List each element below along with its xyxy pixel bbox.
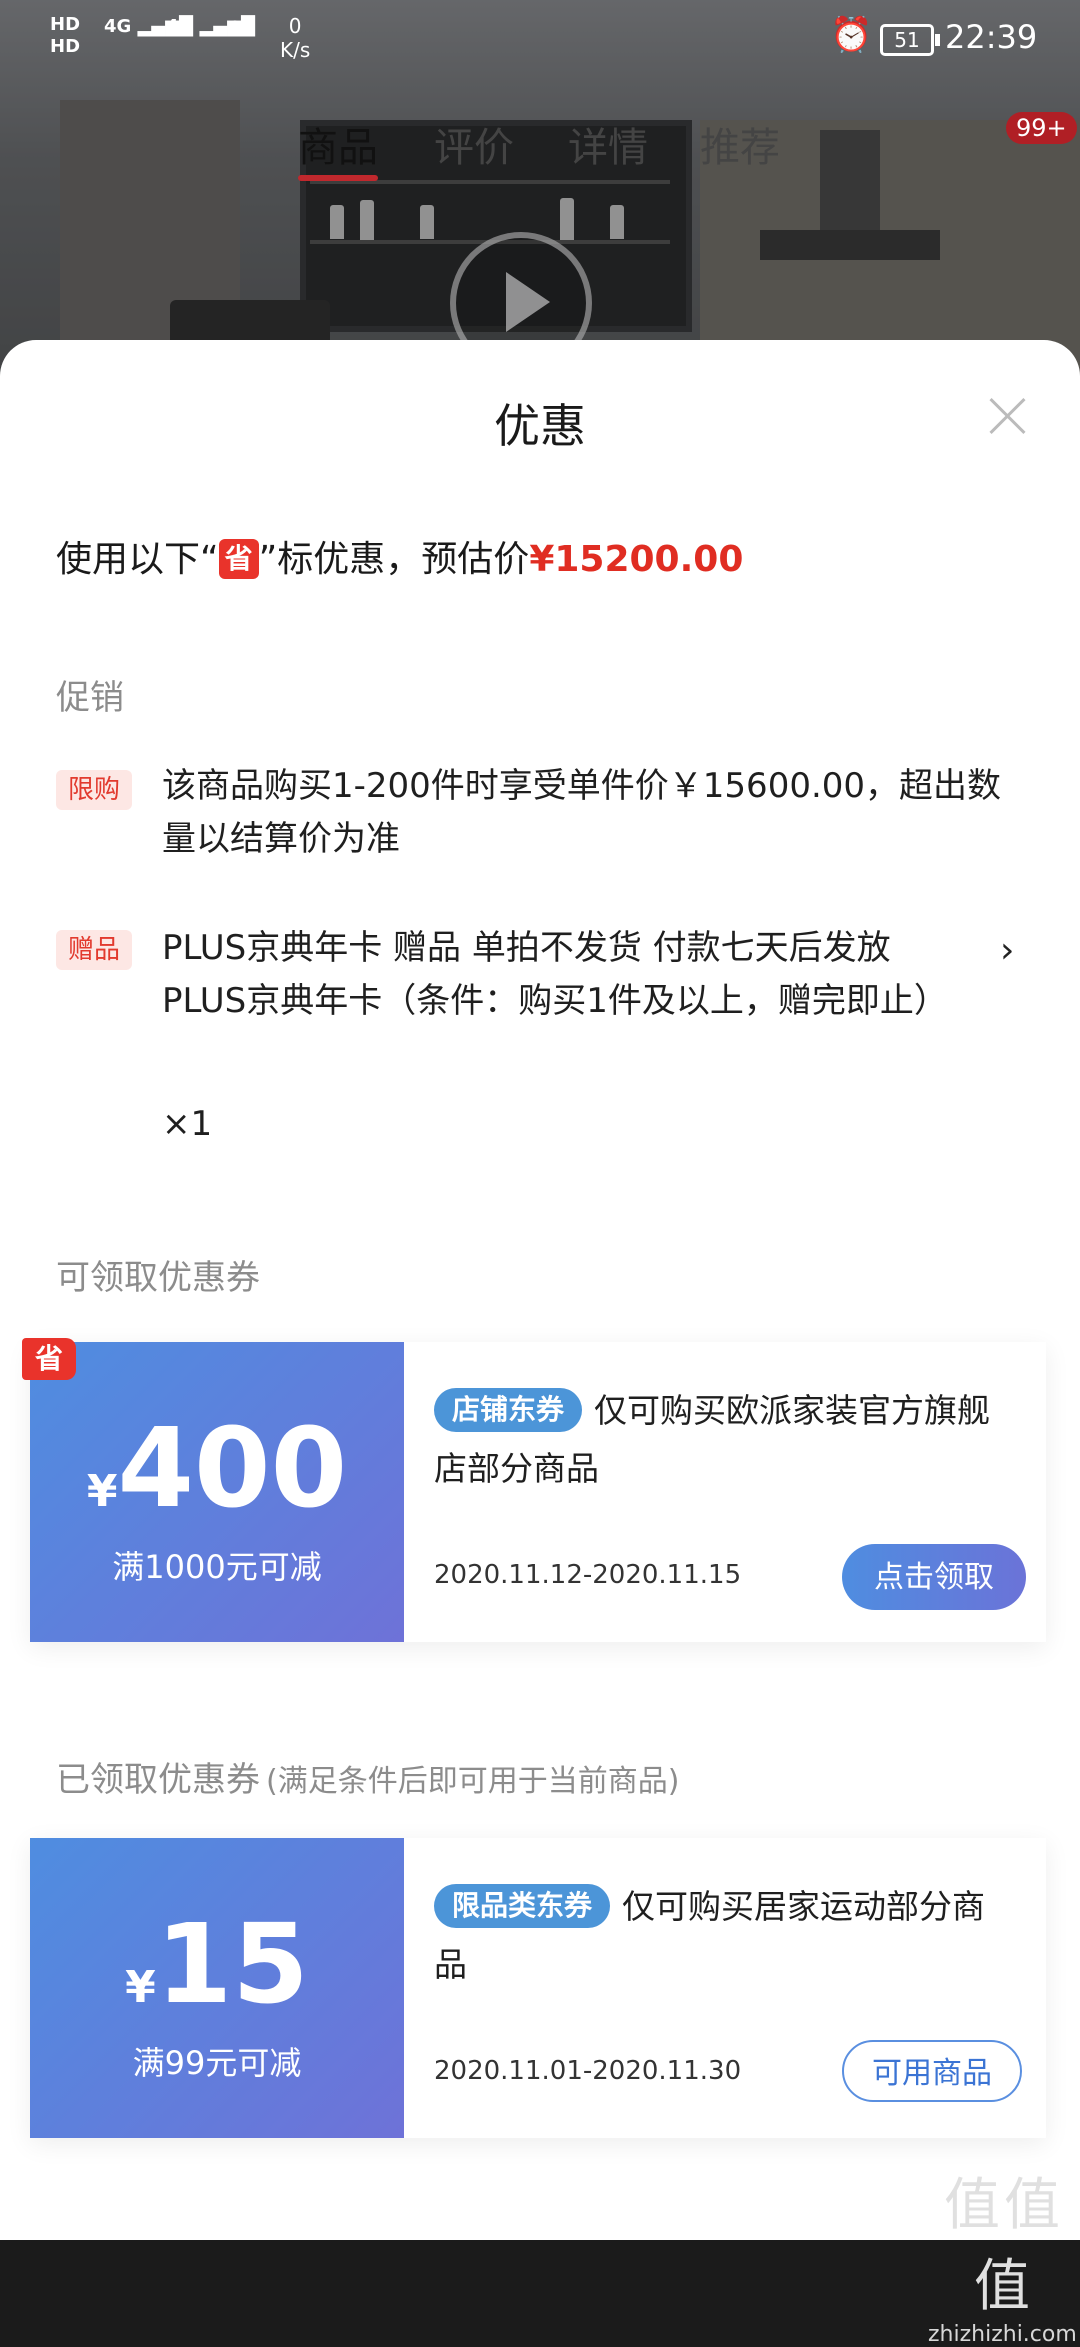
site-watermark: 值值值 zhizhizhi.com [928,2160,1080,2347]
status-bar: HD HD 4G ▂▄▆█ 4G ▂▄▆█ ◠ 0 K/s ⏰ 51 22:39 [0,0,1080,80]
coupon-description: 限品类东券 仅可购买居家运动部分商品 [434,1878,1014,1994]
hd-icon: HD [50,14,81,35]
message-count-badge: 99+ [1006,112,1077,144]
available-coupons-heading: 可领取优惠券 [56,1258,260,1298]
coupon-card: ¥15 满99元可减 限品类东券 仅可购买居家运动部分商品 2020.11.01-… [30,1838,1046,2138]
coupon-description: 店铺东券 仅可购买欧派家装官方旗舰店部分商品 [434,1382,1014,1498]
coupon-info: 店铺东券 仅可购买欧派家装官方旗舰店部分商品 2020.11.12-2020.11… [434,1342,1034,1642]
tab-details[interactable]: 详情 [568,115,648,173]
wifi-icon: ◠ [228,16,242,37]
network-speed: 0 K/s [280,14,311,62]
battery-icon: 51 [880,24,940,56]
watermark-url: zhizhizhi.com [928,2322,1077,2347]
alarm-icon: ⏰ [830,15,873,55]
tab-product[interactable]: 商品 [298,115,378,181]
coupon-info: 限品类东券 仅可购买居家运动部分商品 2020.11.01-2020.11.30 … [434,1838,1034,2138]
promotions-heading: 促销 [56,678,124,718]
coupon-card: ¥400 满1000元可减 省 店铺东券 仅可购买欧派家装官方旗舰店部分商品 20… [22,1338,1046,1642]
coupon-condition: 满1000元可减 [112,1548,322,1586]
promo-tag-gift: 赠品 [56,930,132,970]
received-coupons-heading: 已领取优惠券 (满足条件后即可用于当前商品) [56,1760,680,1800]
close-icon[interactable] [984,392,1032,440]
discount-sheet: 优惠 使用以下“ 省 ”标优惠，预估价¥15200.00 促销 限购 该商品购买1-… [0,340,1080,2240]
hd-icon: HD [50,36,81,57]
product-nav-tabs: 商品 评价 详情 推荐 [0,115,1080,195]
save-badge-icon: 省 [22,1338,76,1380]
promo-limit-text: 该商品购买1-200件时享受单件价￥15600.00，超出数量以结算价为准 [162,766,1002,859]
tab-recommend[interactable]: 推荐 [700,115,780,173]
view-eligible-products-button[interactable]: 可用商品 [842,2040,1022,2102]
tab-reviews[interactable]: 评价 [434,115,514,173]
coupon-value-panel: ¥15 满99元可减 [30,1838,404,2138]
coupon-date-range: 2020.11.01-2020.11.30 [434,2056,742,2086]
coupon-date-range: 2020.11.12-2020.11.15 [434,1560,742,1590]
estimated-price-summary: 使用以下“ 省 ”标优惠，预估价¥15200.00 [56,539,744,580]
coupon-condition: 满99元可减 [132,2044,302,2082]
sheet-title: 优惠 [494,399,586,453]
promo-gift-qty: ×1 [162,1104,213,1144]
coupon-value-panel: ¥400 满1000元可减 [30,1342,404,1642]
received-coupons-note: (满足条件后即可用于当前商品) [266,1764,680,1799]
coupon-type-tag: 限品类东券 [434,1884,611,1928]
chevron-right-icon[interactable]: › [1000,930,1014,971]
estimated-price: ¥15200.00 [529,539,744,580]
coupon-amount: ¥400 [86,1404,348,1532]
hd-indicators: HD HD [50,14,80,58]
promo-tag-limit: 限购 [56,770,132,810]
clock-time: 22:39 [945,18,1038,56]
claim-coupon-button[interactable]: 点击领取 [842,1544,1026,1610]
watermark-logo: 值值值 [944,2173,1064,2319]
coupon-type-tag: 店铺东券 [434,1388,583,1432]
save-badge-icon: 省 [218,539,259,579]
coupon-amount: ¥15 [125,1900,309,2028]
promo-gift-text[interactable]: PLUS京典年卡 赠品 单拍不发货 付款七天后发放 PLUS京典年卡（条件：购买… [162,922,982,1028]
